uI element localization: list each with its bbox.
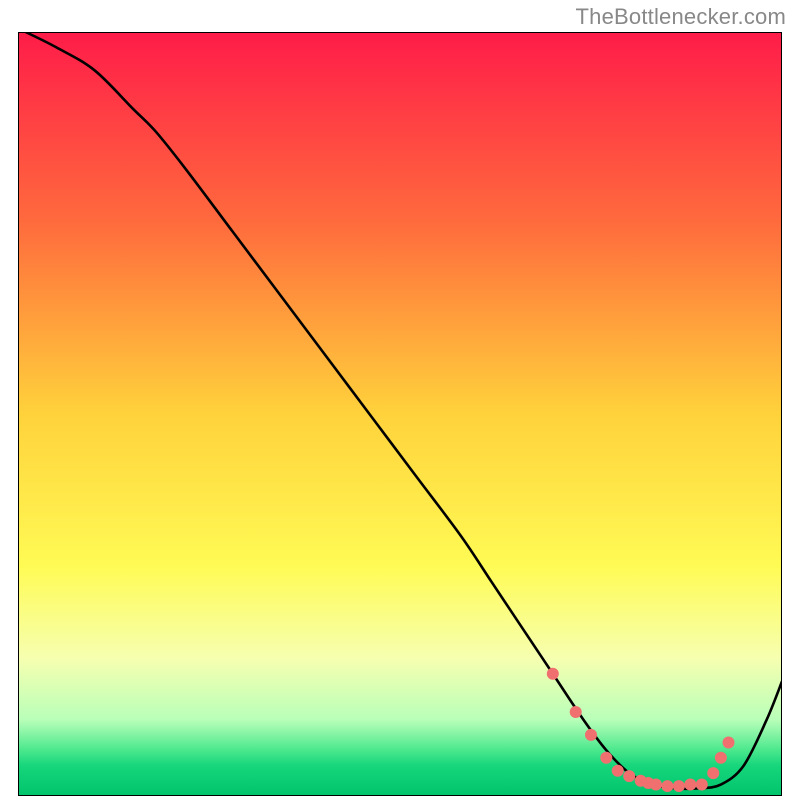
marker-dot (661, 780, 673, 792)
marker-dot (600, 752, 612, 764)
marker-dot (684, 779, 696, 791)
bottleneck-chart (18, 32, 782, 796)
marker-dot (612, 765, 624, 777)
marker-dot (715, 752, 727, 764)
marker-dot (723, 737, 735, 749)
marker-dot (585, 729, 597, 741)
marker-dot (650, 779, 662, 791)
marker-dot (623, 770, 635, 782)
marker-dot (673, 780, 685, 792)
gradient-background (18, 32, 782, 796)
plot-area (18, 32, 782, 796)
marker-dot (570, 706, 582, 718)
marker-dot (547, 668, 559, 680)
chart-frame: TheBottlenecker.com (0, 0, 800, 800)
marker-dot (696, 779, 708, 791)
attribution-label: TheBottlenecker.com (576, 4, 786, 30)
marker-dot (707, 767, 719, 779)
